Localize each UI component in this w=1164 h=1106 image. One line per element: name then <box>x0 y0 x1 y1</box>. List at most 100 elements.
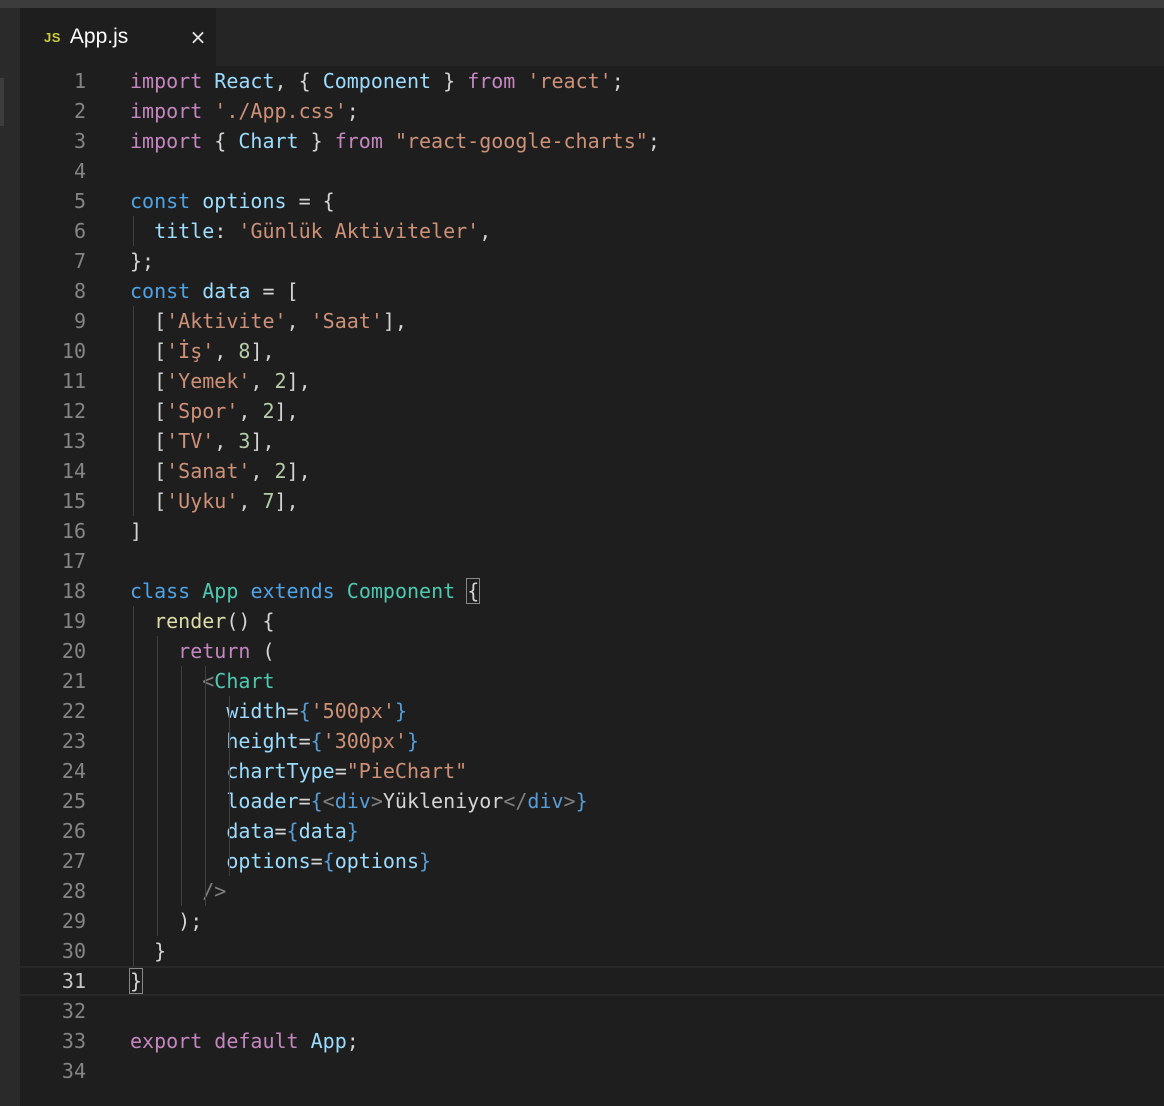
code-token: , <box>214 429 239 453</box>
code-text: ['Uyku', 7], <box>130 486 299 516</box>
code-line[interactable]: 32 <box>20 996 1164 1026</box>
code-line[interactable]: 34 <box>20 1056 1164 1086</box>
line-number: 25 <box>61 789 86 813</box>
code-token: { <box>310 729 323 753</box>
code-token: } <box>419 849 432 873</box>
code-token: render <box>154 609 227 633</box>
code-line[interactable]: 5 const options = { <box>20 186 1164 216</box>
code-token: = <box>274 819 287 843</box>
line-number: 13 <box>61 429 86 453</box>
code-token: options <box>202 189 287 213</box>
code-token: '500px' <box>310 699 395 723</box>
code-line[interactable]: 21 <Chart <box>20 666 1164 696</box>
code-text: import React, { Component } from 'react'… <box>130 66 624 96</box>
code-line[interactable]: 24 chartType="PieChart" <box>20 756 1164 786</box>
code-line[interactable]: 27 options={options} <box>20 846 1164 876</box>
code-line[interactable]: 10 ['İş', 8], <box>20 336 1164 366</box>
code-token: } <box>394 699 407 723</box>
code-token: ] <box>130 519 143 543</box>
code-line[interactable]: 1 import React, { Component } from 'react… <box>20 66 1164 96</box>
code-line[interactable]: 17 <box>20 546 1164 576</box>
code-line[interactable]: 22 width={'500px'} <box>20 696 1164 726</box>
code-line[interactable]: 33 export default App; <box>20 1026 1164 1056</box>
code-line[interactable]: 19 render() { <box>20 606 1164 636</box>
line-number: 26 <box>61 819 86 843</box>
code-token: ], <box>274 399 299 423</box>
code-line[interactable]: 23 height={'300px'} <box>20 726 1164 756</box>
tab-app-js[interactable]: JS App.js × <box>20 8 216 66</box>
code-line[interactable]: 11 ['Yemek', 2], <box>20 366 1164 396</box>
tab-bar: JS App.js × <box>20 8 1164 66</box>
code-token: options <box>226 849 311 873</box>
code-line[interactable]: 14 ['Sanat', 2], <box>20 456 1164 486</box>
code-text: class App extends Component { <box>130 576 481 606</box>
code-line[interactable]: 8 const data = [ <box>20 276 1164 306</box>
line-number: 7 <box>73 249 86 273</box>
code-text: export default App; <box>130 1026 359 1056</box>
code-token: 'Aktivite' <box>166 309 287 333</box>
code-token: default <box>214 1029 299 1053</box>
code-line[interactable]: 7}; <box>20 246 1164 276</box>
code-line[interactable]: 28 /> <box>20 876 1164 906</box>
code-token: '300px' <box>322 729 407 753</box>
code-token: 'Saat' <box>310 309 383 333</box>
line-number: 18 <box>61 579 86 603</box>
code-token: options <box>334 849 420 873</box>
code-editor[interactable]: 1 import React, { Component } from 'react… <box>20 66 1164 1106</box>
line-number: 4 <box>73 159 86 183</box>
code-line[interactable]: 6 title: 'Günlük Aktiviteler', <box>20 216 1164 246</box>
code-line[interactable]: 30 } <box>20 936 1164 966</box>
code-token: ], <box>286 459 311 483</box>
indent-guide <box>205 666 206 906</box>
code-line[interactable]: 13 ['TV', 3], <box>20 426 1164 456</box>
code-line[interactable]: 18 class App extends Component { <box>20 576 1164 606</box>
code-token: height <box>226 729 299 753</box>
code-token: ], <box>250 339 275 363</box>
code-line[interactable]: 31} <box>20 966 1164 996</box>
code-token: = <box>298 789 311 813</box>
code-token: , <box>479 219 492 243</box>
code-line[interactable]: 16] <box>20 516 1164 546</box>
code-line[interactable]: 15 ['Uyku', 7], <box>20 486 1164 516</box>
line-number: 9 <box>73 309 86 333</box>
code-line[interactable]: 29 ); <box>20 906 1164 936</box>
code-token: 'Yemek' <box>166 369 251 393</box>
javascript-file-icon: JS <box>44 29 61 45</box>
code-token: './App.css' <box>214 99 347 123</box>
line-number: 29 <box>61 909 86 933</box>
code-token: 2 <box>274 459 287 483</box>
code-line[interactable]: 3 import { Chart } from "react-google-cha… <box>20 126 1164 156</box>
code-token: import <box>130 69 203 93</box>
code-line[interactable]: 25 loader={<div>Yükleniyor</div>} <box>20 786 1164 816</box>
code-token: 'TV' <box>166 429 215 453</box>
code-token: { <box>202 129 239 153</box>
code-text: data={data} <box>130 816 359 846</box>
code-token: : <box>214 219 239 243</box>
code-line[interactable]: 9 ['Aktivite', 'Saat'], <box>20 306 1164 336</box>
code-token: = <box>334 759 347 783</box>
code-token: [ <box>130 309 167 333</box>
code-line[interactable]: 12 ['Spor', 2], <box>20 396 1164 426</box>
line-number: 21 <box>61 669 86 693</box>
code-text: <Chart <box>130 666 274 696</box>
code-token: = <box>310 849 323 873</box>
code-token: return <box>178 639 251 663</box>
code-line[interactable]: 26 data={data} <box>20 816 1164 846</box>
code-token: div <box>334 789 371 813</box>
code-token: [ <box>130 459 167 483</box>
code-token: } <box>346 819 359 843</box>
code-token: import <box>130 129 203 153</box>
code-line[interactable]: 4 <box>20 156 1164 186</box>
code-text: const options = { <box>130 186 335 216</box>
code-token: ; <box>647 129 660 153</box>
code-line[interactable]: 20 return ( <box>20 636 1164 666</box>
code-text: ['İş', 8], <box>130 336 275 366</box>
code-text: return ( <box>130 636 274 666</box>
indent-guide <box>181 666 182 906</box>
code-line[interactable]: 2 import './App.css'; <box>20 96 1164 126</box>
close-icon[interactable]: × <box>186 25 210 49</box>
